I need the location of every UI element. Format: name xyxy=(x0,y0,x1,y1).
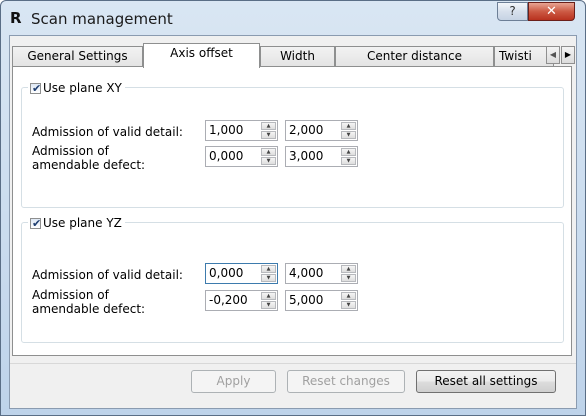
spin-down-icon[interactable]: ▼ xyxy=(261,131,276,139)
tab-width[interactable]: Width xyxy=(260,46,335,67)
chevron-right-icon: ▶ xyxy=(564,50,572,59)
amendable-defect-label-line2: amendable defect: xyxy=(32,158,146,172)
spin-up-icon[interactable]: ▲ xyxy=(261,122,276,130)
spin-up-icon[interactable]: ▲ xyxy=(341,292,356,300)
xy-amendable-defect-max-spinner[interactable]: 3,000 ▲ ▼ xyxy=(285,146,358,167)
checkbox-box[interactable]: ✔ xyxy=(30,217,42,230)
reset-all-settings-button[interactable]: Reset all settings xyxy=(416,370,556,393)
yz-amendable-defect-min-spinner[interactable]: -0,200 ▲ ▼ xyxy=(205,290,278,311)
spin-down-icon[interactable]: ▼ xyxy=(261,301,276,309)
window-title: Scan management xyxy=(31,10,173,28)
tab-scroll-right-button[interactable]: ▶ xyxy=(561,46,575,64)
scan-management-window: R Scan management ? ✕ General Settings A… xyxy=(0,0,586,416)
yz-valid-detail-max-spinner[interactable]: 4,000 ▲ ▼ xyxy=(285,263,358,284)
spinner-value[interactable]: 5,000 xyxy=(289,293,323,308)
xy-valid-detail-max-spinner[interactable]: 2,000 ▲ ▼ xyxy=(285,120,358,141)
use-plane-yz-label: Use plane YZ xyxy=(43,216,122,230)
valid-detail-label: Admission of valid detail: xyxy=(32,125,183,139)
title-bar[interactable]: R Scan management ? ✕ xyxy=(1,1,585,35)
spin-up-icon[interactable]: ▲ xyxy=(341,265,356,273)
amendable-defect-label-line1: Admission of xyxy=(32,144,109,158)
use-plane-xy-checkbox[interactable]: ✔ Use plane XY xyxy=(28,80,125,96)
app-icon: R xyxy=(10,9,22,27)
checkmark-icon: ✔ xyxy=(32,217,42,230)
spinner-value[interactable]: -0,200 xyxy=(209,293,248,308)
button-bar-separator xyxy=(10,363,576,364)
spin-up-icon[interactable]: ▲ xyxy=(341,122,356,130)
yz-valid-detail-min-spinner[interactable]: 0,000 ▲ ▼ xyxy=(205,263,278,284)
spinner-value[interactable]: 0,000 xyxy=(209,149,243,164)
spin-up-icon[interactable]: ▲ xyxy=(341,148,356,156)
checkbox-box[interactable]: ✔ xyxy=(30,82,42,95)
tab-center-distance[interactable]: Center distance xyxy=(335,46,494,67)
tab-scroll-left-button[interactable]: ◀ xyxy=(546,46,560,64)
group-plane-yz: ✔ Use plane YZ Admission of valid detail:… xyxy=(21,215,564,343)
close-icon: ✕ xyxy=(546,4,557,19)
chevron-left-icon: ◀ xyxy=(549,50,557,59)
spin-up-icon[interactable]: ▲ xyxy=(261,265,276,273)
axis-offset-page: ✔ Use plane XY Admission of valid detail:… xyxy=(12,66,572,356)
use-plane-yz-checkbox[interactable]: ✔ Use plane YZ xyxy=(28,215,125,231)
tab-general-settings[interactable]: General Settings xyxy=(12,46,143,67)
dialog-client-area: General Settings Axis offset Width Cente… xyxy=(9,35,577,409)
tab-axis-offset[interactable]: Axis offset xyxy=(143,43,260,68)
apply-button[interactable]: Apply xyxy=(191,370,276,393)
yz-amendable-defect-max-spinner[interactable]: 5,000 ▲ ▼ xyxy=(285,290,358,311)
amendable-defect-label-line1: Admission of xyxy=(32,288,109,302)
tab-strip: General Settings Axis offset Width Cente… xyxy=(10,43,576,68)
xy-valid-detail-min-spinner[interactable]: 1,000 ▲ ▼ xyxy=(205,120,278,141)
spinner-value[interactable]: 4,000 xyxy=(289,266,323,281)
spin-down-icon[interactable]: ▼ xyxy=(261,274,276,282)
amendable-defect-label-line2: amendable defect: xyxy=(32,302,146,316)
spin-down-icon[interactable]: ▼ xyxy=(261,157,276,165)
close-button[interactable]: ✕ xyxy=(528,2,575,21)
group-plane-xy: ✔ Use plane XY Admission of valid detail:… xyxy=(21,80,564,208)
checkmark-icon: ✔ xyxy=(32,82,42,95)
spin-down-icon[interactable]: ▼ xyxy=(341,301,356,309)
spin-down-icon[interactable]: ▼ xyxy=(341,157,356,165)
spin-down-icon[interactable]: ▼ xyxy=(341,131,356,139)
spin-up-icon[interactable]: ▲ xyxy=(261,148,276,156)
spin-up-icon[interactable]: ▲ xyxy=(261,292,276,300)
spin-down-icon[interactable]: ▼ xyxy=(341,274,356,282)
help-icon: ? xyxy=(509,4,516,18)
use-plane-xy-label: Use plane XY xyxy=(43,81,122,95)
spinner-value[interactable]: 2,000 xyxy=(289,123,323,138)
help-button[interactable]: ? xyxy=(497,2,528,21)
spinner-value[interactable]: 1,000 xyxy=(209,123,243,138)
valid-detail-label: Admission of valid detail: xyxy=(32,268,183,282)
spinner-value[interactable]: 0,000 xyxy=(209,266,243,281)
spinner-value[interactable]: 3,000 xyxy=(289,149,323,164)
tab-twisting[interactable]: Twisti xyxy=(494,46,554,67)
xy-amendable-defect-min-spinner[interactable]: 0,000 ▲ ▼ xyxy=(205,146,278,167)
reset-changes-button[interactable]: Reset changes xyxy=(287,370,405,393)
